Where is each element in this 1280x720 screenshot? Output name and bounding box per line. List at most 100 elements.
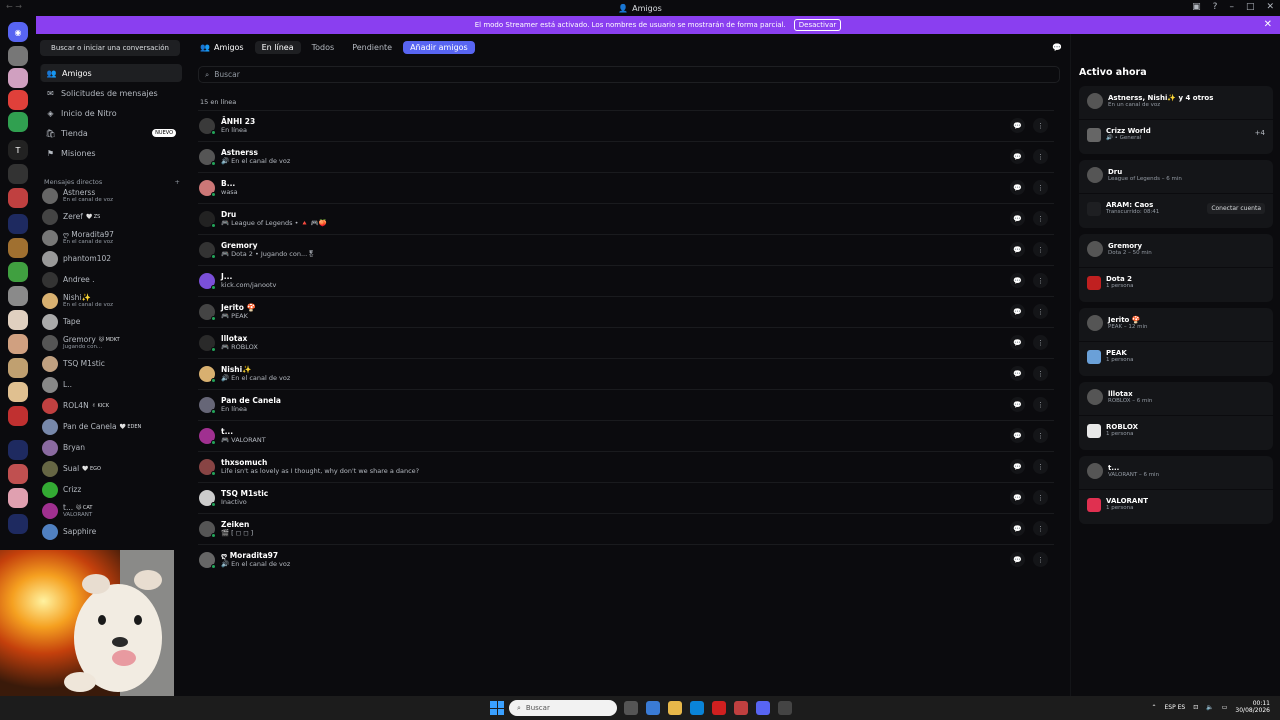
activity-card[interactable]: t... VALORANT – 6 min VALORANT 1 persona [1079, 456, 1273, 524]
server-icon[interactable] [8, 334, 28, 354]
back-forward-icon[interactable]: ← → [6, 2, 22, 11]
dm-item[interactable]: Bryan [42, 438, 182, 458]
server-icon[interactable] [8, 188, 28, 208]
server-icon[interactable]: T [8, 140, 28, 160]
activity-card[interactable]: Astnerss, Nishi✨ y 4 otros En un canal de… [1079, 86, 1273, 154]
friend-row[interactable]: TSQ M1stic Inactivo 💬 ⋮ [198, 482, 1054, 512]
message-icon[interactable]: 💬 [1010, 242, 1025, 257]
folder-icon[interactable] [8, 514, 28, 534]
app-icon[interactable] [734, 701, 748, 715]
friend-row[interactable]: Pan de Canela En línea 💬 ⋮ [198, 389, 1054, 419]
close-button[interactable]: ✕ [1266, 2, 1274, 12]
minimize-button[interactable]: – [1229, 2, 1234, 12]
server-icon[interactable] [8, 382, 28, 402]
friend-row[interactable]: J... kick.com/janootv 💬 ⋮ [198, 265, 1054, 295]
windows-start-icon[interactable] [490, 701, 504, 715]
friend-row[interactable]: thxsomuch Life isn't as lovely as I thoug… [198, 451, 1054, 481]
friend-row[interactable]: Nishi✨ 🔊 En el canal de voz 💬 ⋮ [198, 358, 1054, 388]
help-icon[interactable]: ? [1213, 2, 1218, 12]
more-options-icon[interactable]: ⋮ [1033, 211, 1048, 226]
nav-quests[interactable]: ⚑ Misiones [40, 144, 182, 162]
friend-row[interactable]: Zeiken 🎬 [ ◻ ◻ ] 💬 ⋮ [198, 513, 1054, 543]
server-icon[interactable] [8, 112, 28, 132]
clock[interactable]: 00:11 30/08/2026 [1235, 700, 1270, 714]
server-icon[interactable] [8, 464, 28, 484]
friends-search-input[interactable]: ⌕ Buscar [198, 66, 1060, 83]
message-icon[interactable]: 💬 [1010, 118, 1025, 133]
nav-shop[interactable]: 🛍 Tienda NUEVO [40, 124, 182, 142]
language-indicator[interactable]: ESP ES [1164, 704, 1185, 711]
more-options-icon[interactable]: ⋮ [1033, 552, 1048, 567]
dm-item[interactable]: phantom102 [42, 249, 182, 269]
message-icon[interactable]: 💬 [1010, 149, 1025, 164]
message-icon[interactable]: 💬 [1010, 273, 1025, 288]
activity-card[interactable]: Gremory Dota 2 – 50 min Dota 21 persona [1079, 234, 1273, 302]
friend-row[interactable]: Dru 🎮 League of Legends • 🔺 🎮🍑 💬 ⋮ [198, 203, 1054, 233]
conversation-search[interactable]: Buscar o iniciar una conversación [40, 40, 180, 56]
more-options-icon[interactable]: ⋮ [1033, 242, 1048, 257]
dm-item[interactable]: TSQ M1stic [42, 354, 182, 374]
dm-item[interactable]: t... 🐱 CAT VALORANT [42, 501, 182, 521]
more-options-icon[interactable]: ⋮ [1033, 521, 1048, 536]
task-view-icon[interactable] [624, 701, 638, 715]
friend-row[interactable]: B... wasa 💬 ⋮ [198, 172, 1054, 202]
message-icon[interactable]: 💬 [1010, 366, 1025, 381]
server-icon[interactable] [8, 238, 28, 258]
dm-item[interactable]: Andree . [42, 270, 182, 290]
more-options-icon[interactable]: ⋮ [1033, 490, 1048, 505]
more-options-icon[interactable]: ⋮ [1033, 149, 1048, 164]
server-icon[interactable] [8, 68, 28, 88]
server-icon[interactable] [8, 46, 28, 66]
inbox-icon[interactable]: ▣ [1192, 2, 1201, 12]
tab-pending[interactable]: Pendiente [345, 41, 399, 54]
friend-row[interactable]: ღ Moradita97 🔊 En el canal de voz 💬 ⋮ [198, 544, 1054, 574]
friend-row[interactable]: lllotax 🎮 ROBLOX 💬 ⋮ [198, 327, 1054, 357]
volume-icon[interactable]: 🔈 [1206, 704, 1213, 711]
dm-item[interactable]: Nishi✨ En el canal de voz [42, 291, 182, 311]
server-icon[interactable] [8, 358, 28, 378]
message-icon[interactable]: 💬 [1010, 180, 1025, 195]
chevron-up-icon[interactable]: ⌃ [1151, 704, 1156, 711]
tab-online[interactable]: En línea [254, 40, 301, 54]
message-icon[interactable]: 💬 [1010, 335, 1025, 350]
add-friend-button[interactable]: Añadir amigos [403, 40, 475, 54]
taskbar-search[interactable]: ⌕ Buscar [509, 700, 617, 716]
app-icon[interactable] [690, 701, 704, 715]
dm-item[interactable]: L.. [42, 375, 182, 395]
app-icon[interactable] [712, 701, 726, 715]
more-options-icon[interactable]: ⋮ [1033, 118, 1048, 133]
activity-card[interactable]: lllotax ROBLOX – 6 min ROBLOX 1 persona [1079, 382, 1273, 450]
message-icon[interactable]: 💬 [1010, 552, 1025, 567]
more-options-icon[interactable]: ⋮ [1033, 366, 1048, 381]
maximize-button[interactable]: □ [1246, 2, 1255, 12]
message-icon[interactable]: 💬 [1010, 490, 1025, 505]
folder-icon[interactable] [8, 440, 28, 460]
dm-item[interactable]: Crizz [42, 480, 182, 500]
dm-item[interactable]: Pan de Canela 🤍 EDEN [42, 417, 182, 437]
more-options-icon[interactable]: ⋮ [1033, 273, 1048, 288]
message-icon[interactable]: 💬 [1010, 304, 1025, 319]
server-icon[interactable] [8, 90, 28, 110]
server-icon[interactable] [8, 488, 28, 508]
friend-row[interactable]: Astnerss 🔊 En el canal de voz 💬 ⋮ [198, 141, 1054, 171]
message-icon[interactable]: 💬 [1010, 397, 1025, 412]
activity-card[interactable]: Jerito 🍄 PEAK – 12 min PEAK 1 persona [1079, 308, 1273, 376]
dm-item[interactable]: Sapphire [42, 522, 182, 542]
server-icon[interactable] [8, 406, 28, 426]
message-icon[interactable]: 💬 [1010, 521, 1025, 536]
server-icon[interactable] [8, 164, 28, 184]
more-options-icon[interactable]: ⋮ [1033, 180, 1048, 195]
server-icon[interactable] [8, 310, 28, 330]
message-icon[interactable]: 💬 [1010, 459, 1025, 474]
server-icon[interactable] [8, 286, 28, 306]
app-icon[interactable] [646, 701, 660, 715]
server-icon[interactable] [8, 262, 28, 282]
dm-item[interactable]: Zeref 🤍 ZS [42, 207, 182, 227]
friend-row[interactable]: t... 🎮 VALORANT 💬 ⋮ [198, 420, 1054, 450]
more-options-icon[interactable]: ⋮ [1033, 335, 1048, 350]
folder-icon[interactable] [8, 214, 28, 234]
nav-nitro[interactable]: ◈ Inicio de Nitro [40, 104, 182, 122]
friend-row[interactable]: Jerito 🍄 🎮 PEAK 💬 ⋮ [198, 296, 1054, 326]
friend-row[interactable]: ĀNHI 23 En línea 💬 ⋮ [198, 110, 1054, 140]
close-icon[interactable]: ✕ [1264, 19, 1272, 30]
